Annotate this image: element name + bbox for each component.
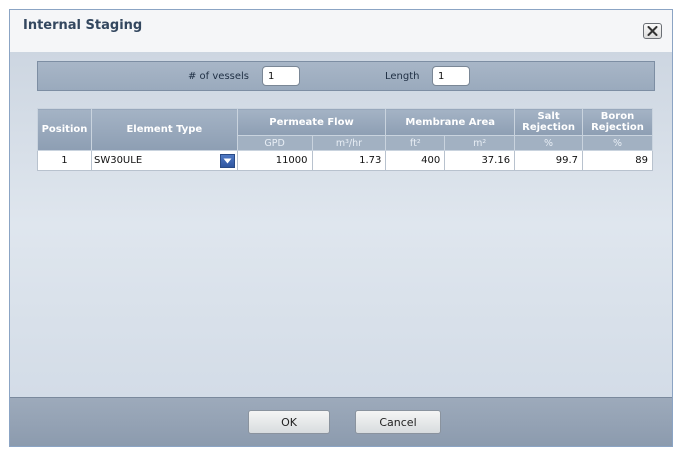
close-button[interactable] [643,23,662,39]
chevron-down-icon [223,158,232,163]
boron-rejection-cell[interactable]: 89 [582,150,653,171]
dropdown-button[interactable] [219,153,235,168]
vessels-input[interactable] [262,66,300,86]
permeate-flow-header: Permeate Flow [236,108,387,136]
unit-m2: m² [444,135,516,151]
salt-rejection-header: Salt Rejection [514,108,584,136]
element-type-header: Element Type [90,108,238,151]
flow-m3hr-cell[interactable]: 1.73 [311,150,387,171]
ok-button[interactable]: OK [248,410,330,434]
dialog-body: # of vessels Length Position Element Typ… [10,52,672,397]
dialog-footer: OK Cancel [10,397,672,446]
position-cell: 1 [37,150,92,171]
flow-gpd-cell[interactable]: 11000 [236,150,313,171]
element-type-cell[interactable]: SW30ULE [90,150,238,171]
element-type-value: SW30ULE [93,155,143,166]
unit-gpd: GPD [236,135,313,151]
vessels-bar: # of vessels Length [37,61,655,91]
unit-ft2: ft² [385,135,446,151]
element-type-select[interactable]: SW30ULE [94,153,235,169]
internal-staging-dialog: Internal Staging # of vessels Length Pos… [9,9,673,447]
area-m2-cell[interactable]: 37.16 [444,150,516,171]
unit-m3hr: m³/hr [311,135,387,151]
cancel-button[interactable]: Cancel [355,410,441,434]
length-input[interactable] [432,66,470,86]
area-ft2-cell[interactable]: 400 [385,150,446,171]
unit-salt-pct: % [514,135,584,151]
table-row: 1 SW30ULE 11000 1.73 400 37.16 99.7 89 [37,150,653,171]
table-header-row: Position Element Type Permeate Flow Memb… [37,108,653,151]
close-icon [647,26,658,36]
position-header: Position [37,108,92,151]
membrane-area-header: Membrane Area [385,108,516,136]
salt-rejection-cell[interactable]: 99.7 [514,150,584,171]
length-label: Length [385,71,420,82]
staging-table: Position Element Type Permeate Flow Memb… [37,108,653,171]
boron-rejection-header: Boron Rejection [582,108,653,136]
dialog-title: Internal Staging [23,18,143,33]
dialog-titlebar: Internal Staging [10,10,672,52]
vessels-label: # of vessels [188,71,250,82]
unit-boron-pct: % [582,135,653,151]
